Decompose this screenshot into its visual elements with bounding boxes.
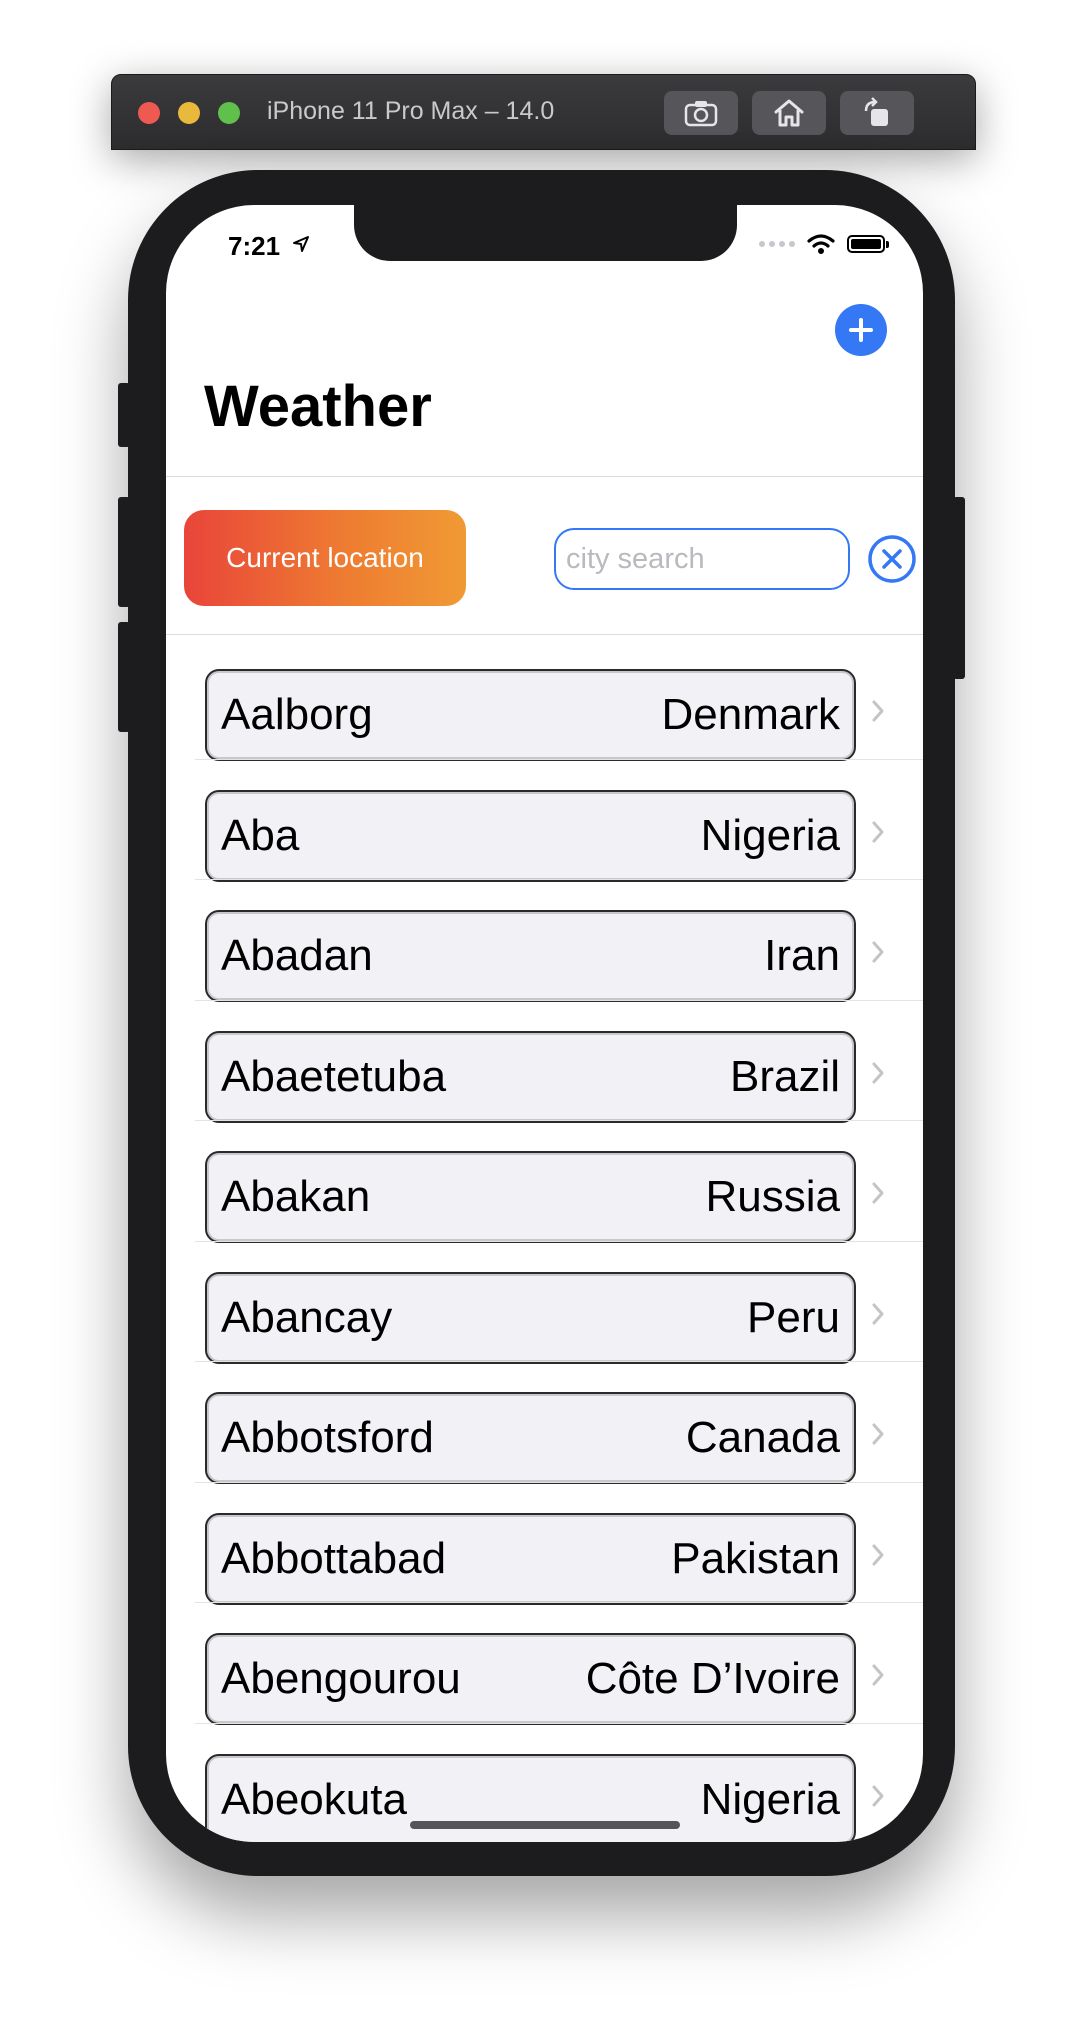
city-row[interactable]: Abakan Russia — [166, 1121, 923, 1243]
city-card[interactable]: Abaetetuba Brazil — [205, 1030, 856, 1123]
city-card[interactable]: Aalborg Denmark — [205, 669, 856, 761]
rotate-button[interactable] — [840, 91, 914, 135]
close-window-button[interactable] — [138, 102, 160, 124]
city-country: Russia — [705, 1172, 841, 1221]
city-row[interactable]: Aba Nigeria — [166, 760, 923, 882]
controls-divider — [166, 634, 923, 635]
home-icon — [774, 99, 804, 127]
city-country: Canada — [685, 1413, 840, 1462]
city-country: Nigeria — [700, 1774, 840, 1824]
add-city-button[interactable] — [835, 304, 887, 356]
city-country: Pakistan — [671, 1533, 840, 1583]
city-card[interactable]: Abbottabad Pakistan — [205, 1512, 856, 1605]
city-name: Abancay — [221, 1292, 393, 1342]
city-name: Abbottabad — [221, 1533, 447, 1583]
city-country: Côte D’Ivoire — [585, 1654, 840, 1703]
mute-switch — [118, 383, 130, 447]
simulator-title-bar: iPhone 11 Pro Max – 14.0 — [111, 74, 976, 150]
screenshot-button[interactable] — [664, 91, 738, 135]
power-button — [953, 497, 965, 679]
chevron-right-icon — [872, 1182, 884, 1204]
city-name: Aba — [221, 810, 300, 860]
city-country: Iran — [764, 931, 840, 980]
phone-screen: 7:21 Weather Current location city searc… — [166, 205, 923, 1842]
city-row[interactable]: Abbottabad Pakistan — [166, 1483, 923, 1605]
city-list: Aalborg Denmark Aba Nigeria Abadan Iran … — [166, 639, 923, 1842]
city-name: Abaetetuba — [221, 1051, 447, 1101]
city-row[interactable]: Aalborg Denmark — [166, 639, 923, 761]
city-country: Peru — [747, 1292, 840, 1342]
chevron-right-icon — [872, 1303, 884, 1324]
city-card[interactable]: Abadan Iran — [205, 910, 856, 1002]
page-title: Weather — [204, 374, 432, 439]
city-name: Aalborg — [221, 690, 373, 739]
minimize-window-button[interactable] — [178, 102, 200, 124]
city-card[interactable]: Abancay Peru — [205, 1271, 856, 1364]
volume-up-button — [118, 497, 130, 607]
city-country: Denmark — [661, 690, 841, 739]
city-row[interactable]: Abancay Peru — [166, 1242, 923, 1364]
chevron-right-icon — [872, 941, 884, 963]
plus-icon — [849, 318, 873, 342]
city-country: Nigeria — [700, 810, 840, 860]
city-name: Abadan — [221, 931, 373, 980]
chevron-right-icon — [872, 1544, 884, 1565]
home-button[interactable] — [752, 91, 826, 135]
city-search-input[interactable] — [554, 528, 850, 590]
city-name: Abakan — [221, 1172, 371, 1221]
city-name: Abeokuta — [221, 1774, 407, 1824]
status-indicators — [759, 233, 889, 255]
simulator-title: iPhone 11 Pro Max – 14.0 — [267, 97, 555, 125]
rotate-icon — [864, 97, 888, 126]
city-name: Abengourou — [221, 1654, 461, 1703]
notch — [354, 205, 737, 261]
city-country: Brazil — [729, 1051, 840, 1101]
chevron-right-icon — [872, 700, 884, 722]
location-arrow-icon — [293, 236, 309, 252]
zoom-window-button[interactable] — [218, 102, 240, 124]
screenshot-icon — [684, 101, 718, 127]
city-row[interactable]: Abengourou Côte D’Ivoire — [166, 1603, 923, 1725]
status-time: 7:21 — [228, 231, 281, 261]
city-card[interactable]: Aba Nigeria — [205, 789, 856, 882]
cellular-signal-icon — [759, 241, 795, 247]
wifi-icon — [807, 234, 835, 254]
city-name: Abbotsford — [221, 1413, 434, 1462]
city-row[interactable]: Abaetetuba Brazil — [166, 1001, 923, 1123]
city-row[interactable]: Abadan Iran — [166, 880, 923, 1002]
city-row[interactable]: Abbotsford Canada — [166, 1362, 923, 1484]
chevron-right-icon — [872, 1423, 884, 1445]
chevron-right-icon — [872, 821, 884, 842]
chevron-right-icon — [872, 1785, 884, 1806]
close-circle-icon — [868, 535, 916, 583]
chevron-right-icon — [872, 1062, 884, 1083]
header-divider — [166, 476, 923, 477]
city-card[interactable]: Abbotsford Canada — [205, 1392, 856, 1484]
volume-down-button — [118, 622, 130, 732]
city-card[interactable]: Abakan Russia — [205, 1151, 856, 1243]
current-location-button[interactable]: Current location — [184, 510, 466, 606]
battery-icon — [847, 235, 889, 253]
chevron-right-icon — [872, 1664, 884, 1686]
home-indicator[interactable] — [410, 1821, 680, 1829]
city-card[interactable]: Abengourou Côte D’Ivoire — [205, 1633, 856, 1725]
clear-search-button[interactable] — [867, 534, 917, 584]
